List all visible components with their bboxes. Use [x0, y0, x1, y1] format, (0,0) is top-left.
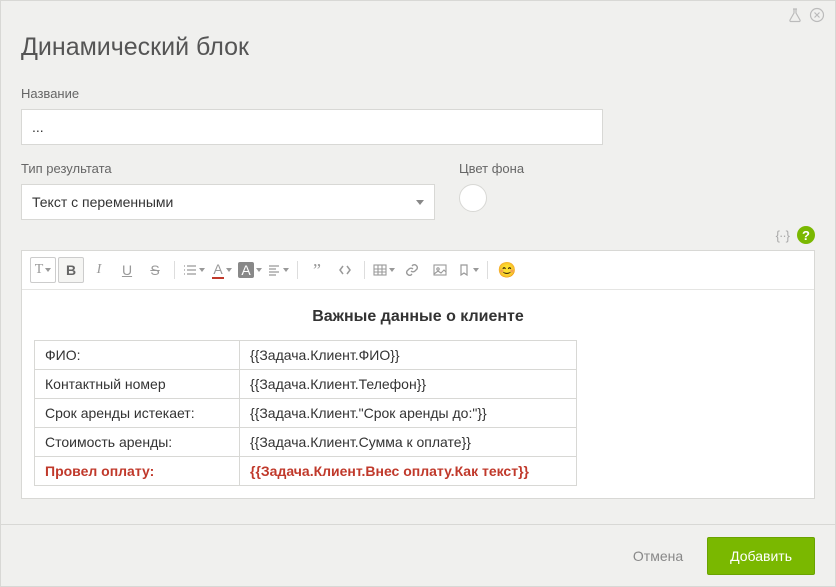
- table-row: Провел оплату:{{Задача.Клиент.Внес оплат…: [35, 457, 577, 486]
- variable-picker-icon[interactable]: {··}: [776, 228, 789, 243]
- row-value: {{Задача.Клиент.Сумма к оплате}}: [240, 428, 577, 457]
- list-button[interactable]: [181, 257, 207, 283]
- link-button[interactable]: [399, 257, 425, 283]
- name-input[interactable]: [21, 109, 603, 145]
- row-value: {{Задача.Клиент.ФИО}}: [240, 341, 577, 370]
- name-row: Название: [1, 86, 835, 145]
- close-icon[interactable]: [809, 7, 825, 28]
- editor-meta: {··} ?: [1, 220, 835, 250]
- table-row: ФИО:{{Задача.Клиент.ФИО}}: [35, 341, 577, 370]
- table-row: Стоимость аренды:{{Задача.Клиент.Сумма к…: [35, 428, 577, 457]
- editor-body[interactable]: Важные данные о клиенте ФИО:{{Задача.Кли…: [22, 290, 814, 498]
- dialog-title: Динамический блок: [1, 1, 835, 86]
- editor-heading: Важные данные о клиенте: [34, 308, 802, 326]
- chevron-down-icon: [416, 200, 424, 205]
- row-label: ФИО:: [35, 341, 240, 370]
- italic-button[interactable]: I: [86, 257, 112, 283]
- row-value: {{Задача.Клиент."Срок аренды до:"}}: [240, 399, 577, 428]
- editor-toolbar: T B I U S A A ” 😊: [22, 251, 814, 290]
- editor: T B I U S A A ” 😊 Важные данные о клиент…: [21, 250, 815, 499]
- strike-button[interactable]: S: [142, 257, 168, 283]
- client-data-table: ФИО:{{Задача.Клиент.ФИО}}Контактный номе…: [34, 340, 577, 486]
- row-value: {{Задача.Клиент.Внес оплату.Как текст}}: [240, 457, 577, 486]
- result-type-select[interactable]: Текст с переменными: [21, 184, 435, 220]
- row-value: {{Задача.Клиент.Телефон}}: [240, 370, 577, 399]
- bg-color-label: Цвет фона: [459, 161, 524, 176]
- bg-color-button[interactable]: A: [237, 257, 263, 283]
- toolbar-separator: [487, 261, 488, 279]
- submit-button[interactable]: Добавить: [707, 537, 815, 575]
- underline-button[interactable]: U: [114, 257, 140, 283]
- row-label: Стоимость аренды:: [35, 428, 240, 457]
- row-label: Срок аренды истекает:: [35, 399, 240, 428]
- result-type-value: Текст с переменными: [32, 194, 173, 210]
- table-row: Контактный номер{{Задача.Клиент.Телефон}…: [35, 370, 577, 399]
- dialog: Динамический блок Название Тип результат…: [0, 0, 836, 587]
- flask-icon[interactable]: [787, 7, 803, 28]
- toolbar-separator: [364, 261, 365, 279]
- row-label: Контактный номер: [35, 370, 240, 399]
- toolbar-separator: [297, 261, 298, 279]
- bookmark-button[interactable]: [455, 257, 481, 283]
- dialog-footer: Отмена Добавить: [1, 524, 835, 586]
- bg-color-swatch[interactable]: [459, 184, 487, 212]
- align-button[interactable]: [265, 257, 291, 283]
- image-button[interactable]: [427, 257, 453, 283]
- quote-button[interactable]: ”: [304, 257, 330, 283]
- bold-button[interactable]: B: [58, 257, 84, 283]
- type-color-row: Тип результата Текст с переменными Цвет …: [1, 161, 835, 220]
- row-label: Провел оплату:: [35, 457, 240, 486]
- cancel-button[interactable]: Отмена: [625, 538, 691, 574]
- toolbar-separator: [174, 261, 175, 279]
- result-type-label: Тип результата: [21, 161, 435, 176]
- text-style-button[interactable]: T: [30, 257, 56, 283]
- text-color-button[interactable]: A: [209, 257, 235, 283]
- table-button[interactable]: [371, 257, 397, 283]
- emoji-button[interactable]: 😊: [494, 257, 520, 283]
- result-type-group: Тип результата Текст с переменными: [21, 161, 435, 220]
- name-label: Название: [21, 86, 815, 101]
- table-row: Срок аренды истекает:{{Задача.Клиент."Ср…: [35, 399, 577, 428]
- bg-color-group: Цвет фона: [459, 161, 524, 212]
- help-icon[interactable]: ?: [797, 226, 815, 244]
- window-controls: [787, 7, 825, 28]
- code-button[interactable]: [332, 257, 358, 283]
